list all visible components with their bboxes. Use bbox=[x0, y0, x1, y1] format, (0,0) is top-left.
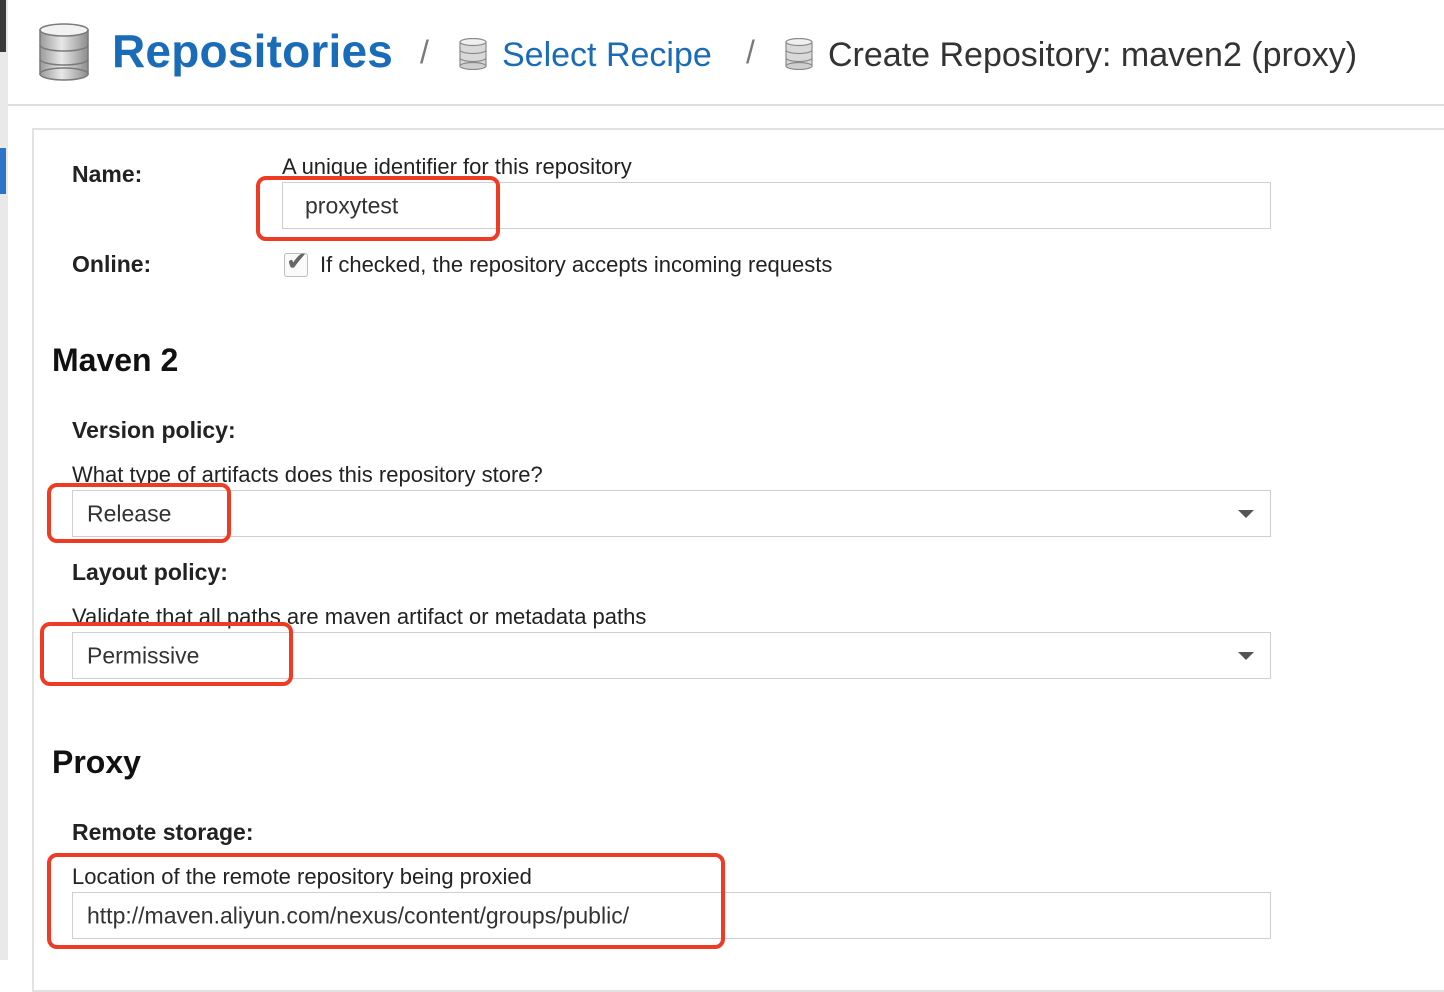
remote-storage-label: Remote storage: bbox=[72, 819, 254, 845]
highlight-box bbox=[40, 622, 293, 686]
breadcrumb-select-recipe-link[interactable]: Select Recipe bbox=[502, 36, 712, 75]
proxy-section-title: Proxy bbox=[52, 744, 141, 780]
name-label: Name: bbox=[72, 161, 143, 187]
breadcrumb-repositories-link[interactable]: Repositories bbox=[112, 24, 393, 78]
highlight-box bbox=[47, 483, 231, 543]
version-policy-select[interactable]: Release bbox=[72, 490, 1271, 537]
layout-policy-label: Layout policy: bbox=[72, 559, 228, 585]
breadcrumb-current-page: Create Repository: maven2 (proxy) bbox=[828, 36, 1358, 74]
chevron-down-icon bbox=[1238, 509, 1254, 518]
online-checkbox[interactable]: ✔ bbox=[284, 248, 308, 277]
version-policy-label: Version policy: bbox=[72, 417, 236, 443]
database-icon bbox=[458, 37, 488, 75]
online-label: Online: bbox=[72, 251, 152, 277]
breadcrumb: Repositories / Select Recipe / Create Re… bbox=[8, 0, 1444, 106]
nav-active-indicator bbox=[0, 148, 6, 194]
breadcrumb-separator: / bbox=[746, 34, 755, 70]
database-icon bbox=[36, 22, 92, 87]
database-icon bbox=[784, 37, 814, 75]
online-hint: If checked, the repository accepts incom… bbox=[320, 252, 833, 277]
highlight-box bbox=[256, 176, 500, 241]
chevron-down-icon bbox=[1238, 651, 1254, 660]
highlight-box bbox=[47, 853, 725, 949]
left-nav-rail bbox=[0, 0, 8, 960]
nav-top-marker bbox=[0, 0, 6, 52]
maven-section-title: Maven 2 bbox=[52, 342, 179, 378]
checkmark-icon: ✔ bbox=[286, 246, 308, 276]
breadcrumb-separator: / bbox=[420, 34, 429, 70]
